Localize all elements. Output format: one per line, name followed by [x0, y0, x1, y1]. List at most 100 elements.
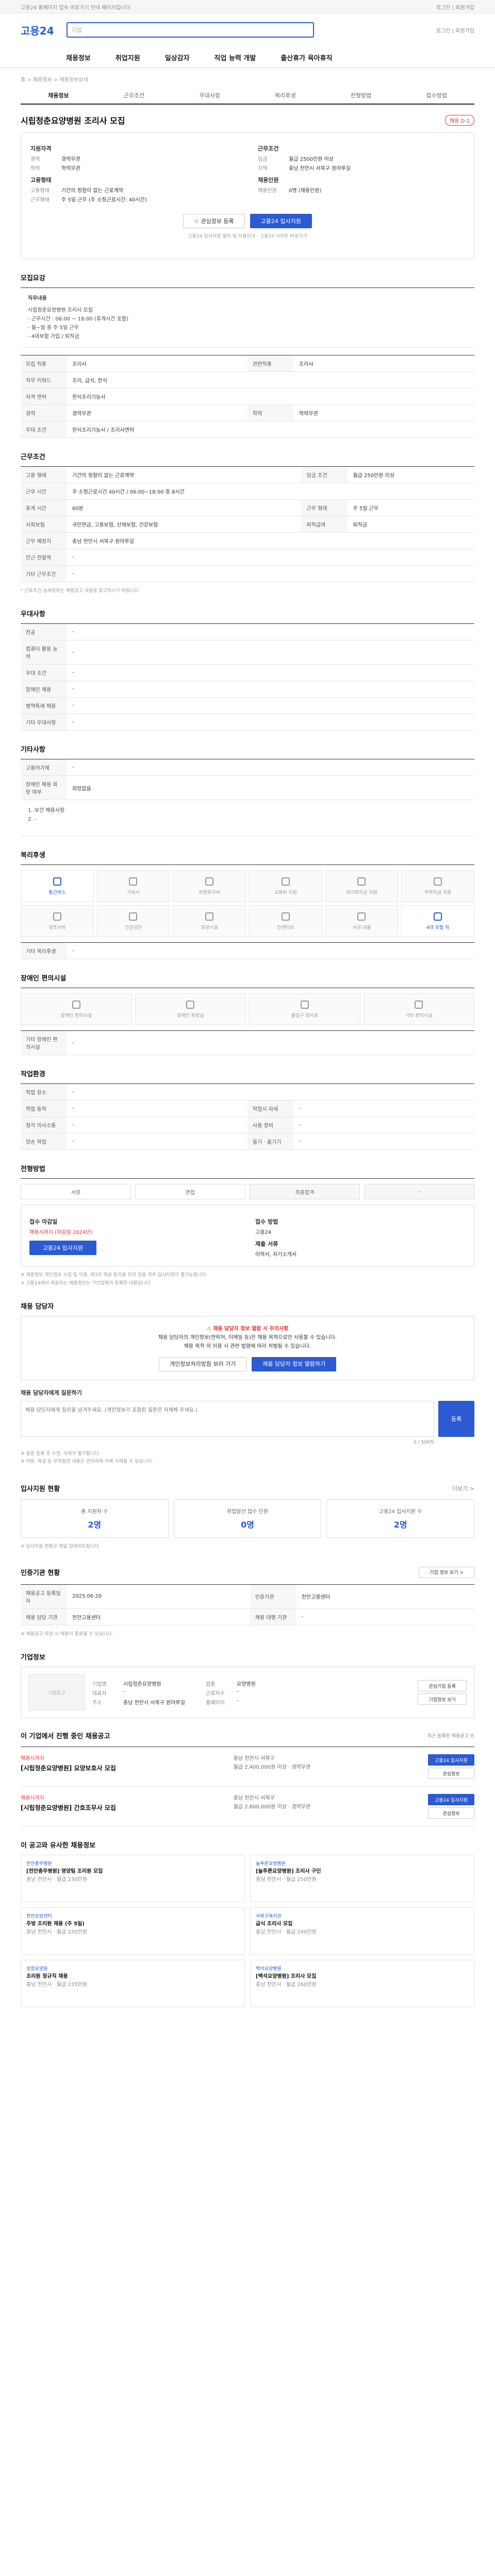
reco-info: 충남 천안시 · 월급 260만원	[256, 1982, 317, 1988]
job-title[interactable]: [시립청춘요양병원] 요양보호사 모집	[21, 1763, 116, 1773]
table-value: -	[67, 1116, 248, 1134]
tab-welfare[interactable]: 복리후생	[248, 87, 323, 104]
reco-title[interactable]: [천안충무병원] 영양팀 조리원 모집	[26, 1868, 239, 1876]
tab-prefer[interactable]: 우대사항	[172, 87, 248, 104]
table-row: 작업 동작 - 작업시 자세 -	[21, 1100, 474, 1117]
table-key: 경력	[21, 404, 67, 421]
gnb-item-support[interactable]: 취업지원	[116, 53, 140, 62]
recommend-card[interactable]: 성정요양원 조리원 정규직 채용 충남 천안시 · 월급 235만원	[21, 1960, 245, 2008]
privacy-policy-button[interactable]: 개인정보처리방침 보러 가기	[158, 1357, 247, 1371]
apply-button[interactable]: 고용24 입사지원	[250, 214, 312, 228]
table-value: 충남 천안시 서북구 원마루길	[67, 532, 474, 549]
reco-title[interactable]: 주방 조리원 채용 (주 5일)	[26, 1920, 239, 1928]
gnb-item-daily[interactable]: 일상감자	[165, 53, 190, 62]
company-favorite-button[interactable]: 관심기업 등록	[418, 1680, 467, 1692]
stat-value: 2명	[393, 1520, 407, 1530]
desc-line: - 근무시간 : 06:00 ~ 18:00 (휴게시간 포함)	[28, 316, 129, 322]
scrap-label: 관심정보 등록	[201, 218, 234, 225]
applicants-more-link[interactable]: 더보기 >	[452, 1484, 474, 1493]
list-item[interactable]: 채용시까지 [시립청춘요양병원] 간호조무사 모집 충남 천안시 서북구 월급 …	[21, 1787, 474, 1827]
table-row: 사회보험 국민연금, 고용보험, 산재보험, 건강보험 퇴직급여 퇴직금	[21, 516, 474, 533]
table-value: 천안고용센터	[296, 1584, 474, 1609]
job-title[interactable]: [시립청춘요양병원] 간호조무사 모집	[21, 1803, 116, 1813]
job-scrap-button[interactable]: 관심정보	[428, 1807, 474, 1819]
table-value: -	[67, 1083, 474, 1101]
reco-company: 서북구복지관	[256, 1914, 282, 1920]
reco-company: 성정요양원	[26, 1967, 48, 1972]
company-value: 시립청춘요양병원	[123, 1681, 161, 1687]
table-value: -	[296, 1608, 474, 1625]
facility-item: 장애인 화장실	[135, 993, 246, 1026]
recommend-card[interactable]: 늘푸른요양병원 [늘푸른요양병원] 조리사 구인 충남 천안시 · 월급 250만원	[250, 1855, 474, 1903]
summary-value: 기간의 정함이 없는 근로계약	[61, 188, 123, 194]
tab-process[interactable]: 전형방법	[323, 87, 399, 104]
reco-info: 충남 천안시 · 월급 235만원	[26, 1982, 87, 1988]
tab-work[interactable]: 근무조건	[96, 87, 172, 104]
table-key: 들기 · 옮기기	[248, 1133, 294, 1150]
tab-recruit[interactable]: 채용정보	[21, 87, 96, 104]
table-key: 관련직종	[248, 355, 294, 372]
wheelchair-icon	[72, 1000, 80, 1009]
table-key: 자격 면허	[21, 388, 67, 405]
process-step: 면접	[135, 1184, 245, 1200]
company-info-link[interactable]: 기업 정보 보기 >	[419, 1566, 474, 1578]
welfare-item: 차량유지비	[173, 870, 246, 903]
facility-label: 기타 편의시설	[405, 1013, 433, 1019]
table-key: 임금 조건	[301, 466, 348, 483]
view-contact-button[interactable]: 채용 담당자 정보 열람하기	[252, 1357, 337, 1371]
reco-title[interactable]: 급식 조리사 모집	[256, 1920, 469, 1928]
topbar-notice[interactable]: 고용24 홈페이지 접속 바로가기 안내 페이지입니다.	[21, 3, 132, 11]
header-login-links[interactable]: 로그인 | 회원가입	[436, 26, 474, 34]
scrap-button[interactable]: ☆ 관심정보 등록	[183, 214, 245, 228]
table-key: 직무 키워드	[21, 371, 67, 388]
company-detail-button[interactable]: 기업정보 보기	[418, 1693, 467, 1705]
table-row: 기타 우대사항 -	[21, 714, 474, 731]
table-value: -	[67, 664, 474, 682]
section-title-contact: 채용 담당자	[21, 1302, 54, 1311]
table-row: 컴퓨터 활용 능력 -	[21, 640, 474, 665]
recommend-card[interactable]: 천안충무병원 [천안충무병원] 영양팀 조리원 모집 충남 천안시 · 월급 230…	[21, 1855, 245, 1903]
reco-title[interactable]: 조리원 정규직 채용	[26, 1973, 239, 1981]
contact-notice: ⚠ 채용 담당자 정보 열람 시 주의사항	[29, 1325, 466, 1333]
table-value: -	[67, 640, 474, 665]
gnb-item-training[interactable]: 직업 능력 개발	[214, 53, 256, 62]
qna-textarea[interactable]	[21, 1400, 434, 1437]
search-input[interactable]: 기업	[66, 22, 314, 38]
job-apply-button[interactable]: 고용24 입사지원	[428, 1754, 474, 1766]
recommend-card[interactable]: 서북구복지관 급식 조리사 모집 충남 천안시 · 월급 240만원	[250, 1907, 474, 1955]
apply-button-secondary[interactable]: 고용24 입사지원	[29, 1241, 96, 1256]
recommend-card[interactable]: 천안요양센터 주방 조리원 채용 (주 5일) 충남 천안시 · 월급 220만원	[21, 1907, 245, 1955]
welfare-etc-table: 기타 복리후생 -	[21, 942, 474, 960]
reco-title[interactable]: [백석요양병원] 조리사 모집	[256, 1973, 469, 1981]
qna-note-line: ※ 질문 등록 후 수정, 삭제가 불가합니다.	[21, 1451, 101, 1456]
facility-label: 출입구 경사로	[291, 1013, 319, 1019]
table-value: -	[67, 623, 474, 641]
table-key: 장애인 채용	[21, 681, 67, 698]
applicants-note: ※ 입사지원 현황은 매일 업데이트됩니다.	[21, 1544, 101, 1550]
gnb-item-leave[interactable]: 출산휴가 육아휴직	[280, 53, 332, 62]
related-sort-note: 최근 등록된 채용공고 순	[427, 1734, 474, 1739]
site-logo[interactable]: 고용24	[21, 23, 54, 38]
welfare-label: 인센티브	[277, 925, 294, 930]
job-scrap-button[interactable]: 관심정보	[428, 1768, 474, 1780]
reco-info: 충남 천안시 · 월급 220만원	[26, 1929, 87, 1936]
house-icon	[129, 877, 138, 886]
reco-title[interactable]: [늘푸른요양병원] 조리사 구인	[256, 1868, 469, 1876]
job-apply-button[interactable]: 고용24 입사지원	[428, 1794, 474, 1806]
recommend-card[interactable]: 백석요양병원 [백석요양병원] 조리사 모집 충남 천안시 · 월급 260만원	[250, 1960, 474, 2008]
company-value: 요양병원	[237, 1681, 256, 1687]
table-value: -	[67, 942, 474, 960]
list-item[interactable]: 채용시까지 [시립청춘요양병원] 요양보호사 모집 충남 천안시 서북구 월급 …	[21, 1747, 474, 1787]
topbar-links[interactable]: 로그인 | 회원가입	[436, 3, 474, 11]
job-location: 충남 천안시 서북구	[233, 1756, 275, 1762]
qna-submit-button[interactable]: 등록	[438, 1400, 474, 1437]
welfare-label: 통근버스	[48, 890, 66, 895]
section-title-other: 기타사항	[21, 746, 45, 754]
tab-apply[interactable]: 접수방법	[399, 87, 474, 104]
section-title-stats: 인증기관 현황	[21, 1569, 60, 1578]
deadline-value: 채용시까지 (마감일 2024년)	[29, 1230, 93, 1236]
facility-item: 출입구 경사로	[249, 993, 360, 1026]
table-row: 작업 장소 -	[21, 1083, 474, 1101]
gnb-item-jobs[interactable]: 채용정보	[66, 53, 91, 62]
prefer-table: 전공 - 컴퓨터 활용 능력 - 우대 조건 - 장애인 채용 - 병역특례 채용 - 기…	[21, 623, 474, 731]
